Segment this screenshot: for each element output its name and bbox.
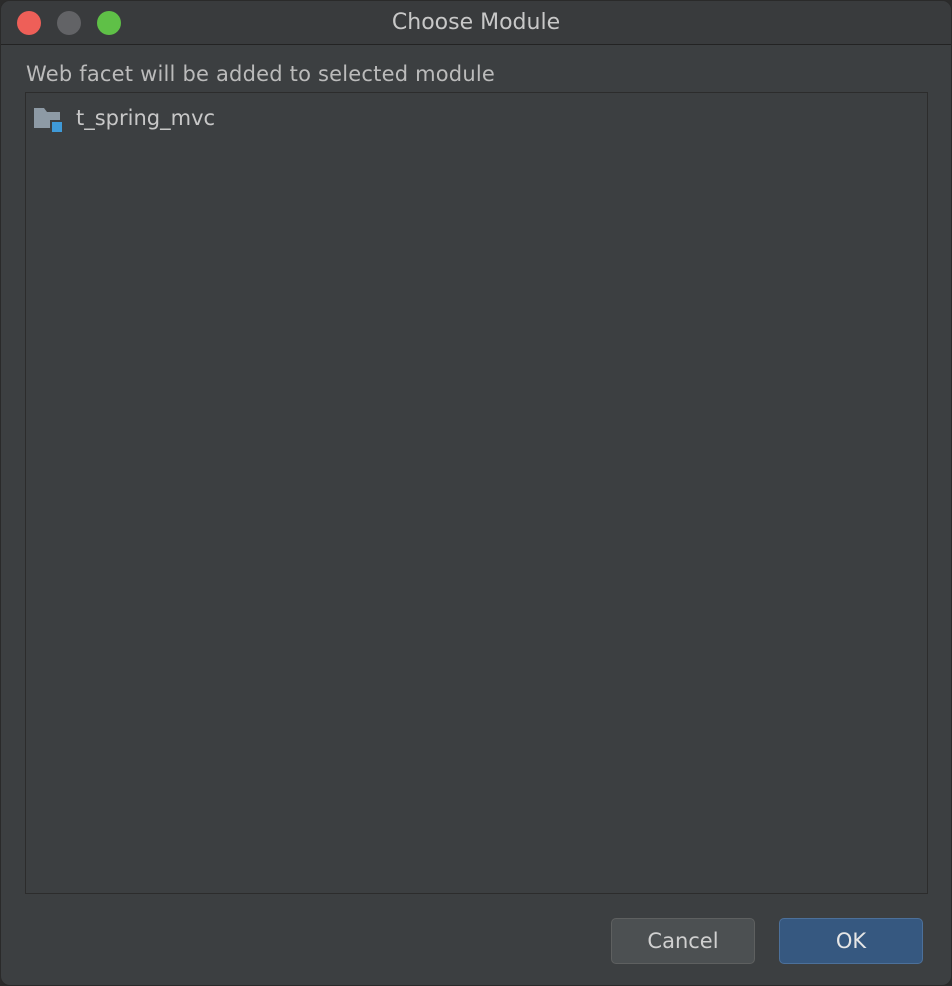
dialog-prompt: Web facet will be added to selected modu… — [26, 62, 496, 86]
module-folder-icon — [32, 104, 64, 132]
title-bar[interactable]: Choose Module — [1, 1, 951, 45]
tree-item-module[interactable]: t_spring_mvc — [32, 103, 215, 133]
choose-module-dialog: Choose Module Web facet will be added to… — [0, 0, 952, 986]
dialog-title: Choose Module — [391, 10, 561, 35]
module-name-label: t_spring_mvc — [76, 106, 216, 130]
close-window-button[interactable] — [17, 11, 41, 35]
ok-button[interactable]: OK — [779, 918, 923, 964]
zoom-window-button[interactable] — [97, 11, 121, 35]
cancel-button[interactable]: Cancel — [611, 918, 755, 964]
module-tree[interactable]: t_spring_mvc — [25, 92, 928, 894]
minimize-window-button[interactable] — [57, 11, 81, 35]
